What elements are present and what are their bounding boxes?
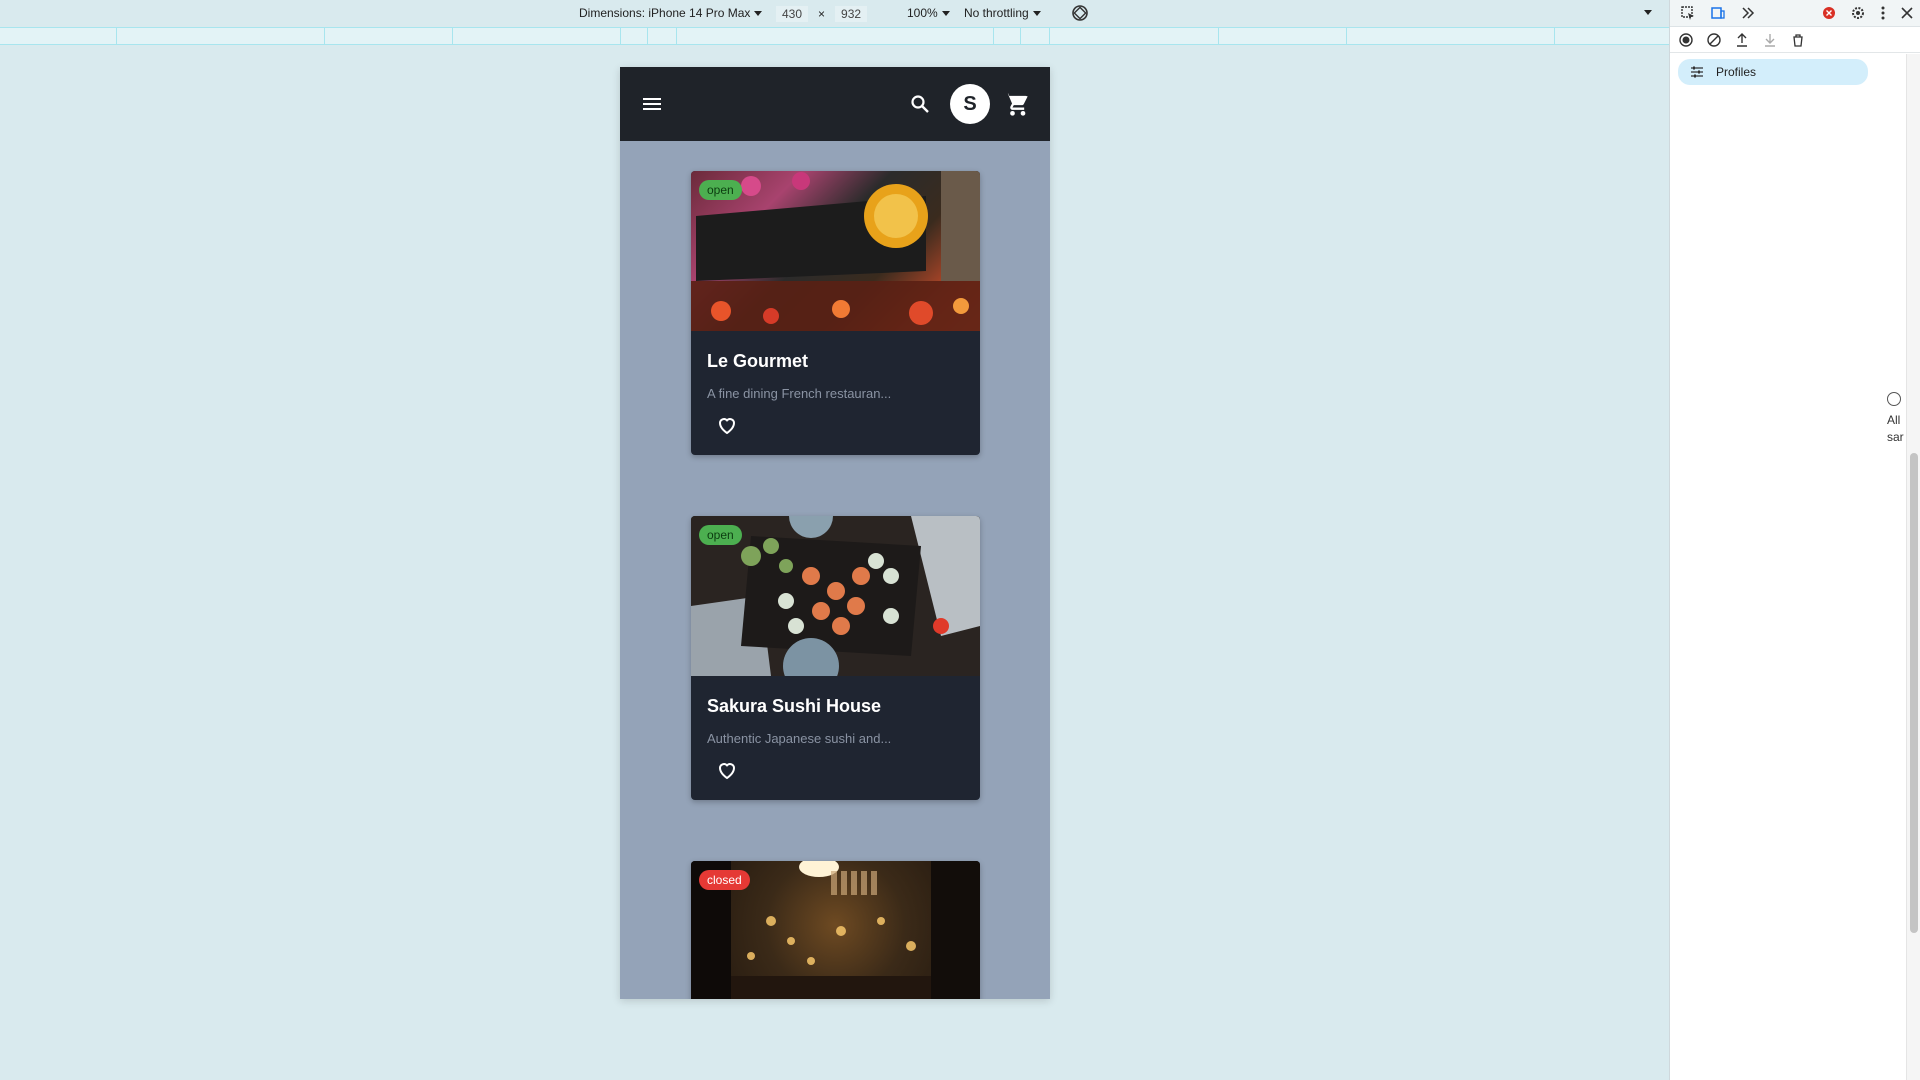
menu-icon[interactable] [640, 92, 664, 116]
restaurant-photo: closed [691, 861, 980, 999]
restaurant-photo: open [691, 171, 980, 331]
search-icon[interactable] [908, 92, 932, 116]
restaurant-photo: open [691, 516, 980, 676]
restaurant-card[interactable]: closed [691, 861, 980, 999]
app-bar: S [620, 67, 1050, 141]
profiles-label: Profiles [1716, 65, 1757, 79]
rotate-button[interactable] [1070, 3, 1090, 23]
option-text-line-1: All [1887, 413, 1901, 427]
restaurant-description: Authentic Japanese sushi and... [707, 731, 892, 746]
chevron-down-icon [1644, 10, 1652, 15]
chevron-down-icon [754, 10, 763, 16]
dimensions-label: Dimensions: iPhone 14 Pro Max [579, 6, 751, 20]
sidebar-item-profiles[interactable]: Profiles [1678, 59, 1868, 85]
zoom-label: 100% [907, 6, 938, 20]
close-icon[interactable] [1900, 6, 1914, 20]
height-input[interactable]: 932 [835, 6, 868, 22]
device-toolbar: Dimensions: iPhone 14 Pro Max 430 × 932 … [0, 0, 1669, 27]
restaurant-name: Le Gourmet [707, 351, 809, 371]
error-icon[interactable] [1822, 6, 1836, 20]
upload-icon[interactable] [1734, 32, 1750, 48]
gear-icon[interactable] [1850, 5, 1866, 21]
option-text-line-2: sar [1887, 430, 1904, 444]
avatar[interactable]: S [950, 84, 990, 124]
width-input[interactable]: 430 [776, 6, 809, 22]
record-icon[interactable] [1678, 32, 1694, 48]
devtools-panel: Profiles All sar [1669, 0, 1920, 1080]
download-icon[interactable] [1762, 32, 1778, 48]
heart-icon[interactable] [715, 413, 739, 437]
rotate-icon [1072, 5, 1088, 21]
zoom-dropdown[interactable]: 100% [907, 6, 950, 20]
sliders-icon [1691, 66, 1703, 78]
status-badge: open [699, 180, 742, 200]
heart-icon[interactable] [715, 758, 739, 782]
kebab-menu-icon[interactable] [1880, 5, 1886, 21]
profile-option[interactable]: All sar [1887, 392, 1904, 446]
throttling-dropdown[interactable]: No throttling [964, 6, 1041, 20]
inspect-element-icon[interactable] [1680, 5, 1696, 21]
scrollbar[interactable] [1906, 54, 1920, 1080]
restaurant-description: A fine dining French restauran... [707, 386, 892, 401]
radio-button[interactable] [1887, 392, 1901, 406]
restaurant-name: Sakura Sushi House [707, 696, 882, 716]
clear-icon[interactable] [1706, 32, 1722, 48]
chevron-down-icon [1032, 10, 1041, 16]
times-sign: × [818, 7, 826, 21]
media-query-ruler [0, 27, 1669, 45]
profiler-toolbar [1670, 27, 1920, 53]
status-badge: closed [699, 870, 750, 890]
devtools-tab-bar [1670, 0, 1920, 27]
dimensions-dropdown[interactable]: Dimensions: iPhone 14 Pro Max [579, 6, 763, 20]
chevron-down-icon [941, 10, 950, 16]
restaurant-card[interactable]: open Le Gourmet A fine dining French res… [691, 171, 980, 455]
throttling-label: No throttling [964, 6, 1029, 20]
more-options-button[interactable] [1644, 10, 1652, 15]
garbage-collect-icon[interactable] [1790, 32, 1806, 48]
phone-viewport: S open Le Gourmet A fine dining French r… [620, 67, 1050, 999]
device-toggle-icon[interactable] [1710, 5, 1726, 21]
more-tabs-icon[interactable] [1740, 5, 1756, 21]
restaurant-card[interactable]: open Sakura Sushi House Authentic Japane… [691, 516, 980, 800]
cart-icon[interactable] [1002, 90, 1030, 118]
status-badge: open [699, 525, 742, 545]
scrollbar-thumb[interactable] [1910, 453, 1918, 933]
